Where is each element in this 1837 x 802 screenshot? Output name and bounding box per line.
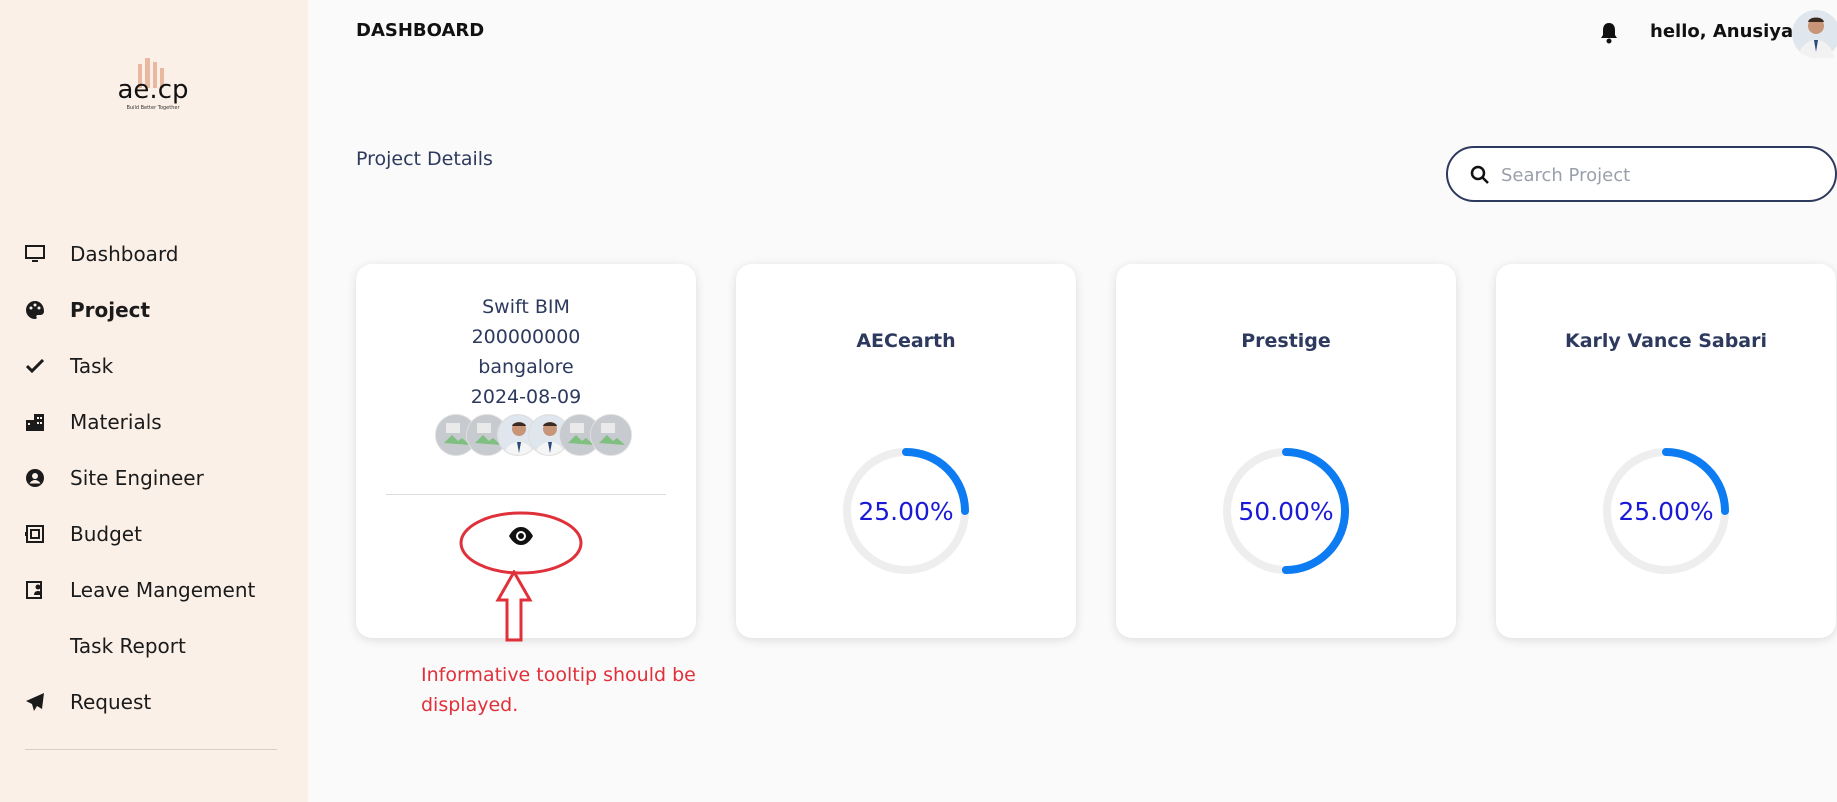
sidebar-item-request[interactable]: Request <box>0 682 308 722</box>
palette-icon <box>24 299 46 321</box>
search-input[interactable] <box>1499 156 1823 194</box>
sidebar-item-leave-management[interactable]: Leave Mangement <box>0 570 308 610</box>
svg-text:ae.cp: ae.cp <box>118 75 189 105</box>
sidebar-item-dashboard[interactable]: Dashboard <box>0 234 308 274</box>
sidebar-item-label: Request <box>70 690 152 714</box>
search-box <box>1446 146 1837 202</box>
building-icon <box>24 411 46 433</box>
leave-icon <box>24 579 46 601</box>
search-icon <box>1470 165 1490 185</box>
sidebar-item-project[interactable]: Project <box>0 290 308 330</box>
user-avatar[interactable] <box>1792 10 1837 58</box>
project-name: Swift BIM <box>482 296 570 318</box>
annotation-arrow <box>495 570 533 642</box>
progress-label: 25.00% <box>1618 496 1714 526</box>
card-divider <box>386 494 666 495</box>
check-icon <box>24 355 46 377</box>
sidebar-divider <box>25 749 277 750</box>
user-circle-icon <box>24 467 46 489</box>
progress-ring: 25.00% <box>1601 446 1731 576</box>
sidebar-item-label: Materials <box>70 410 162 434</box>
project-location: bangalore <box>478 356 574 378</box>
sidebar: ae.cp Build Better Together Dashboard Pr… <box>0 0 308 802</box>
sidebar-item-budget[interactable]: Budget <box>0 514 308 554</box>
sidebar-item-label: Dashboard <box>70 242 179 266</box>
brand-logo[interactable]: ae.cp Build Better Together <box>98 56 208 114</box>
send-icon <box>24 691 46 713</box>
sidebar-item-label: Site Engineer <box>70 466 204 490</box>
progress-label: 50.00% <box>1238 496 1334 526</box>
sidebar-item-label: Leave Mangement <box>70 578 256 602</box>
project-name: AECearth <box>856 330 956 352</box>
monitor-icon <box>24 243 46 265</box>
sidebar-item-label: Task <box>70 354 114 378</box>
project-date: 2024-08-09 <box>470 386 582 408</box>
sidebar-item-materials[interactable]: Materials <box>0 402 308 442</box>
project-name: Prestige <box>1241 330 1331 352</box>
annotation-ellipse <box>459 511 583 575</box>
user-greeting: hello, Anusiya! <box>1650 21 1802 42</box>
annotation-text: Informative tooltip should be displayed. <box>421 664 696 716</box>
receipt-icon <box>24 523 46 545</box>
progress-ring: 25.00% <box>841 446 971 576</box>
sidebar-item-label: Project <box>70 298 151 322</box>
project-number: 200000000 <box>471 326 581 348</box>
page-title: DASHBOARD <box>356 20 485 41</box>
project-name: Karly Vance Sabari <box>1564 330 1767 352</box>
bell-icon[interactable] <box>1598 21 1620 45</box>
sidebar-item-site-engineer[interactable]: Site Engineer <box>0 458 308 498</box>
section-title: Project Details <box>356 148 493 170</box>
progress-ring: 50.00% <box>1221 446 1351 576</box>
sidebar-item-label: Task Report <box>70 634 186 658</box>
team-avatars <box>435 414 635 458</box>
svg-text:Build Better Together: Build Better Together <box>126 105 180 111</box>
sidebar-item-label: Budget <box>70 522 142 546</box>
team-avatar[interactable] <box>590 414 632 456</box>
sidebar-item-task-report[interactable]: Task Report <box>0 626 308 666</box>
sidebar-item-task[interactable]: Task <box>0 346 308 386</box>
project-card[interactable]: AECearth 25.00% <box>736 264 1076 638</box>
project-card[interactable]: Karly Vance Sabari 25.00% <box>1496 264 1836 638</box>
project-card[interactable]: Prestige 50.00% <box>1116 264 1456 638</box>
progress-label: 25.00% <box>858 496 954 526</box>
